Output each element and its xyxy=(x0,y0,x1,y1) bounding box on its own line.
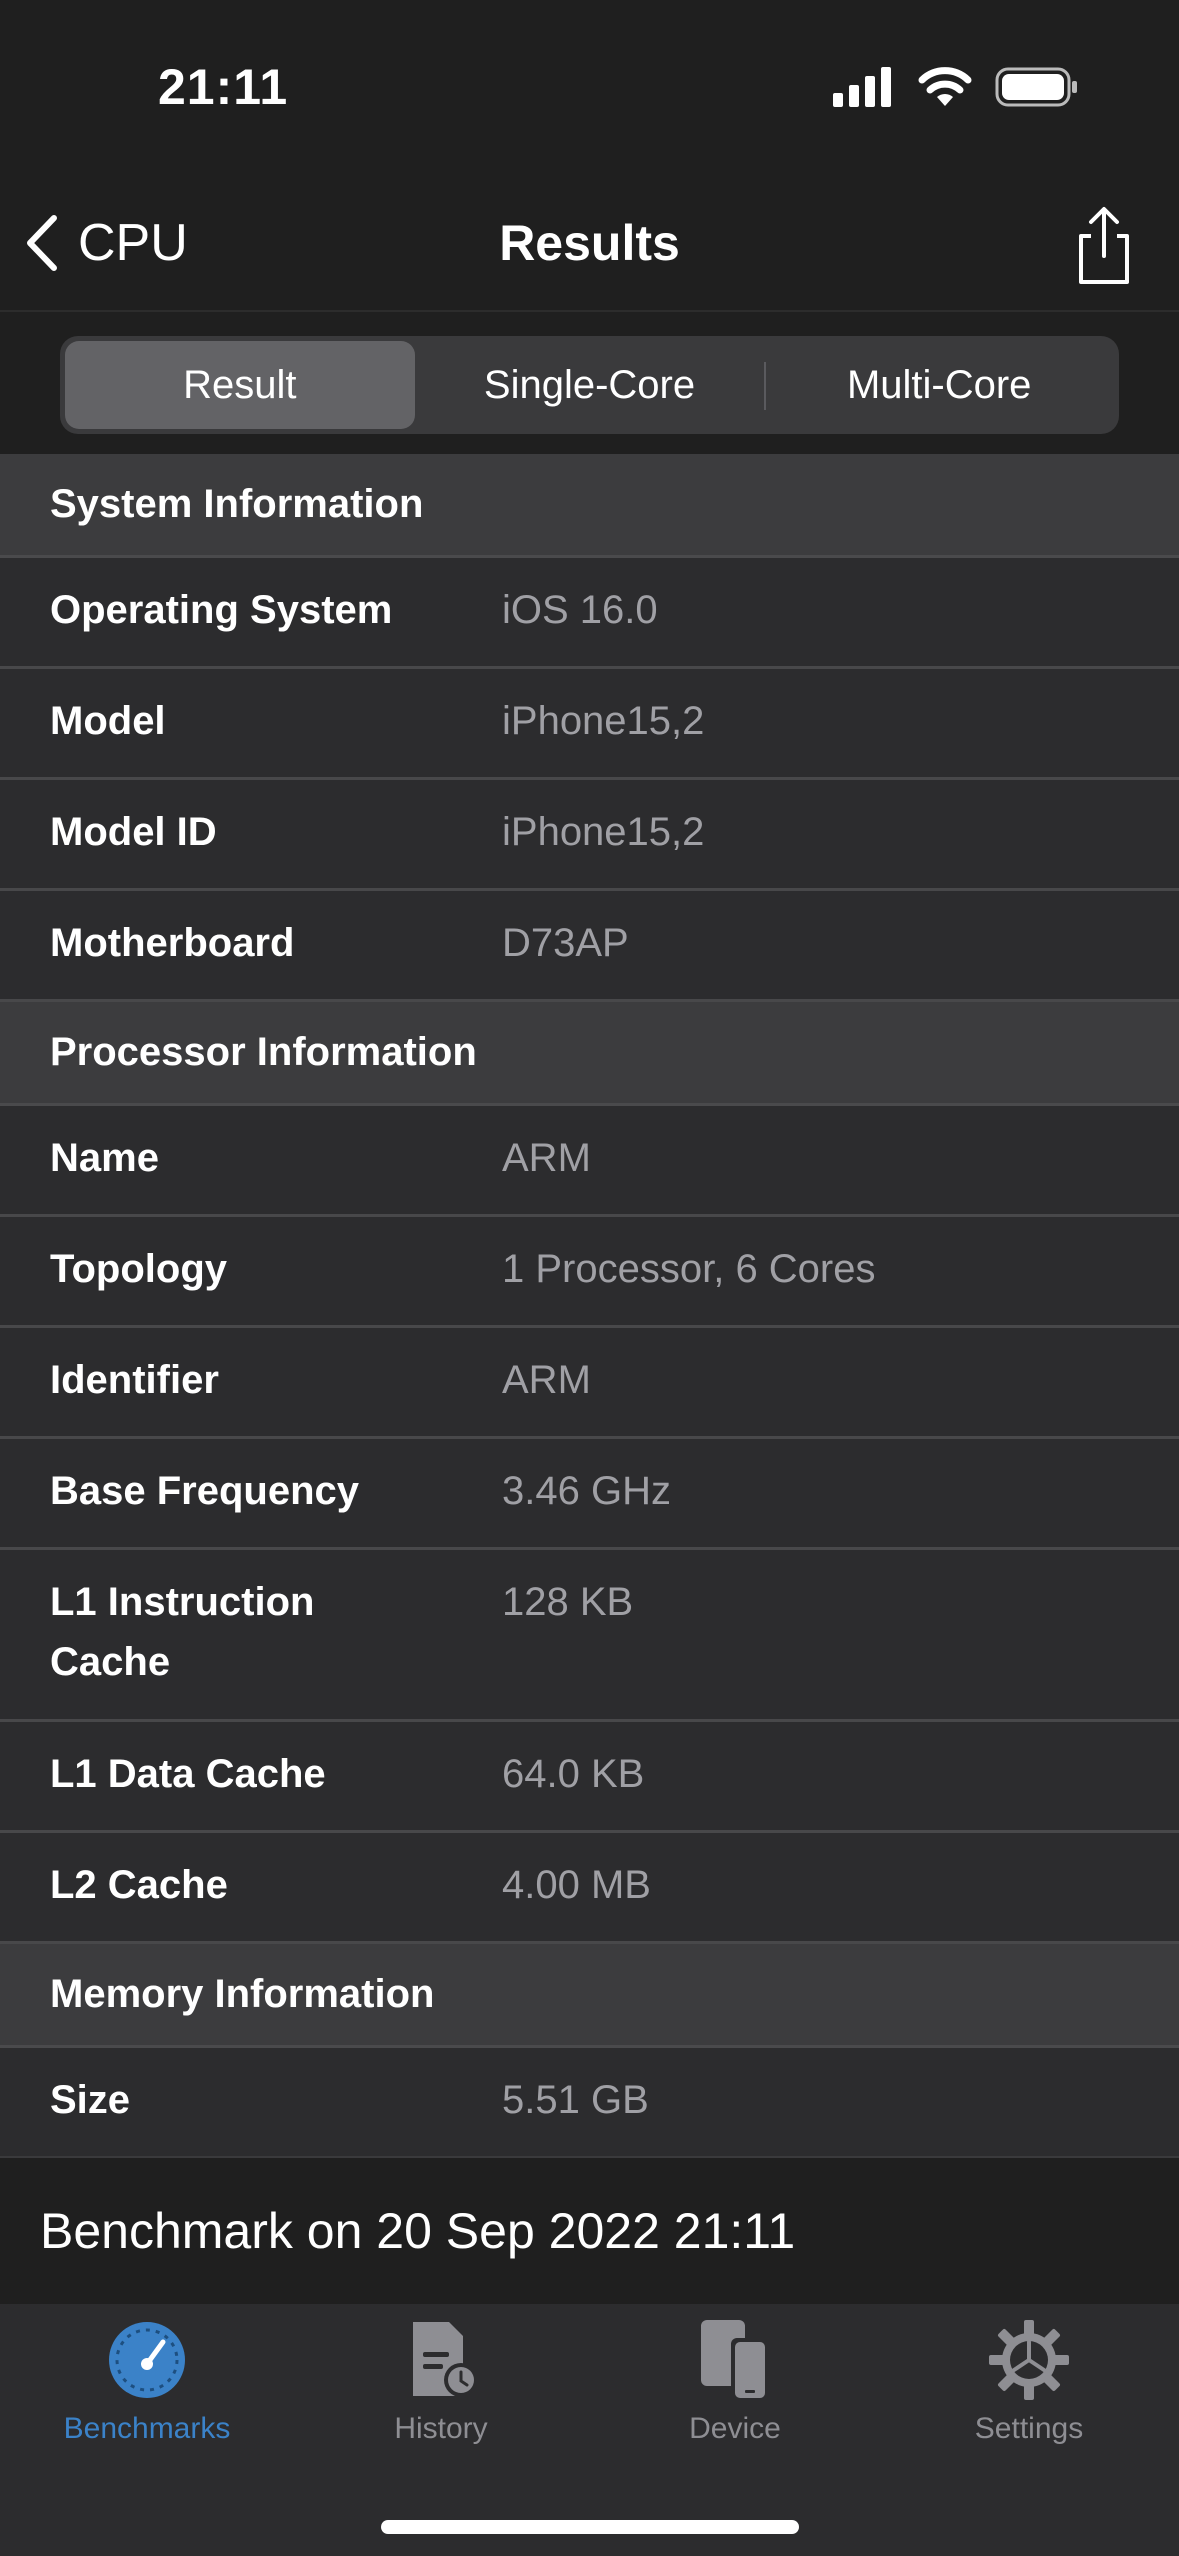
row-value: 64.0 KB xyxy=(502,1752,645,1796)
row-label: Topology xyxy=(50,1247,227,1291)
row-value: 3.46 GHz xyxy=(502,1469,671,1513)
benchmark-date-label: Benchmark on 20 Sep 2022 21:11 xyxy=(40,2203,796,2259)
chevron-left-icon xyxy=(27,215,57,271)
status-bar: 21:11 xyxy=(0,0,1179,170)
table-row: Operating System iOS 16.0 xyxy=(0,558,1179,669)
row-value: D73AP xyxy=(502,921,629,965)
speedometer-icon xyxy=(109,2322,185,2398)
row-value: 1 Processor, 6 Cores xyxy=(502,1247,876,1291)
table-row: Model ID iPhone15,2 xyxy=(0,780,1179,891)
status-icons xyxy=(833,62,1079,112)
row-label: L1 Data Cache xyxy=(50,1752,326,1796)
segment-single-core[interactable]: Single-Core xyxy=(415,341,765,429)
row-value: ARM xyxy=(502,1358,591,1402)
device-icon xyxy=(701,2320,767,2400)
tab-settings[interactable]: Settings xyxy=(882,2318,1176,2468)
row-value: iPhone15,2 xyxy=(502,699,705,743)
table-row: Motherboard D73AP xyxy=(0,891,1179,1002)
share-button[interactable] xyxy=(1069,206,1139,286)
row-label: Operating System xyxy=(50,588,393,632)
row-label: Model ID xyxy=(50,810,217,854)
segment-multi-core[interactable]: Multi-Core xyxy=(764,341,1114,429)
row-value: ARM xyxy=(502,1136,591,1180)
screen: 21:11 CPU Results Result Single-Core Mul… xyxy=(0,0,1179,2556)
section-header-processor: Processor Information xyxy=(0,1002,1179,1106)
table-row: Model iPhone15,2 xyxy=(0,669,1179,780)
table-row: L2 Cache 4.00 MB xyxy=(0,1833,1179,1944)
share-icon xyxy=(1079,207,1129,284)
segment-result[interactable]: Result xyxy=(65,341,415,429)
tab-label: Benchmarks xyxy=(63,2412,231,2445)
wifi-icon xyxy=(918,67,972,106)
tab-label: Device xyxy=(689,2412,781,2445)
status-time: 21:11 xyxy=(158,59,289,115)
row-label: Size xyxy=(50,2078,131,2122)
row-value: 128 KB xyxy=(502,1580,634,1624)
results-table[interactable]: System Information Operating System iOS … xyxy=(0,454,1179,2156)
back-button[interactable]: CPU xyxy=(22,210,188,276)
section-header-memory: Memory Information xyxy=(0,1944,1179,2048)
back-label: CPU xyxy=(78,214,188,272)
segment-divider xyxy=(764,362,766,410)
tab-benchmarks[interactable]: Benchmarks xyxy=(0,2318,294,2468)
gear-icon xyxy=(989,2320,1069,2400)
row-value: iPhone15,2 xyxy=(502,810,705,854)
table-row: Name ARM xyxy=(0,1106,1179,1217)
row-label: Model xyxy=(50,699,166,743)
row-label: Motherboard xyxy=(50,921,295,965)
row-value: 5.51 GB xyxy=(502,2078,649,2122)
row-label: L1 Instruction Cache xyxy=(50,1580,315,1684)
table-row: Size 5.51 GB xyxy=(0,2048,1179,2156)
section-header-system: System Information xyxy=(0,454,1179,558)
table-row: L1 Instruction Cache 128 KB xyxy=(0,1550,1179,1722)
home-indicator xyxy=(381,2520,799,2534)
benchmark-footer: Benchmark on 20 Sep 2022 21:11 xyxy=(0,2156,1179,2304)
table-row: Topology 1 Processor, 6 Cores xyxy=(0,1217,1179,1328)
tab-history[interactable]: History xyxy=(294,2318,588,2468)
cellular-signal-icon xyxy=(833,67,891,107)
nav-bar: CPU Results xyxy=(0,170,1179,312)
history-icon xyxy=(413,2322,478,2397)
segmented-control: Result Single-Core Multi-Core xyxy=(60,336,1119,434)
table-row: Identifier ARM xyxy=(0,1328,1179,1439)
row-label: Name xyxy=(50,1136,159,1180)
row-label: Base Frequency xyxy=(50,1469,360,1513)
table-row: Base Frequency 3.46 GHz xyxy=(0,1439,1179,1550)
row-value: iOS 16.0 xyxy=(502,588,658,632)
table-row: L1 Data Cache 64.0 KB xyxy=(0,1722,1179,1833)
tab-label: History xyxy=(394,2412,488,2445)
segmented-control-bar: Result Single-Core Multi-Core xyxy=(0,312,1179,454)
tab-bar: Benchmarks History Device Settings xyxy=(0,2304,1179,2556)
row-label: Identifier xyxy=(50,1358,219,1402)
battery-icon xyxy=(995,67,1077,107)
tab-label: Settings xyxy=(974,2412,1084,2445)
row-value: 4.00 MB xyxy=(502,1863,651,1907)
tab-device[interactable]: Device xyxy=(588,2318,882,2468)
row-label: L2 Cache xyxy=(50,1863,228,1907)
